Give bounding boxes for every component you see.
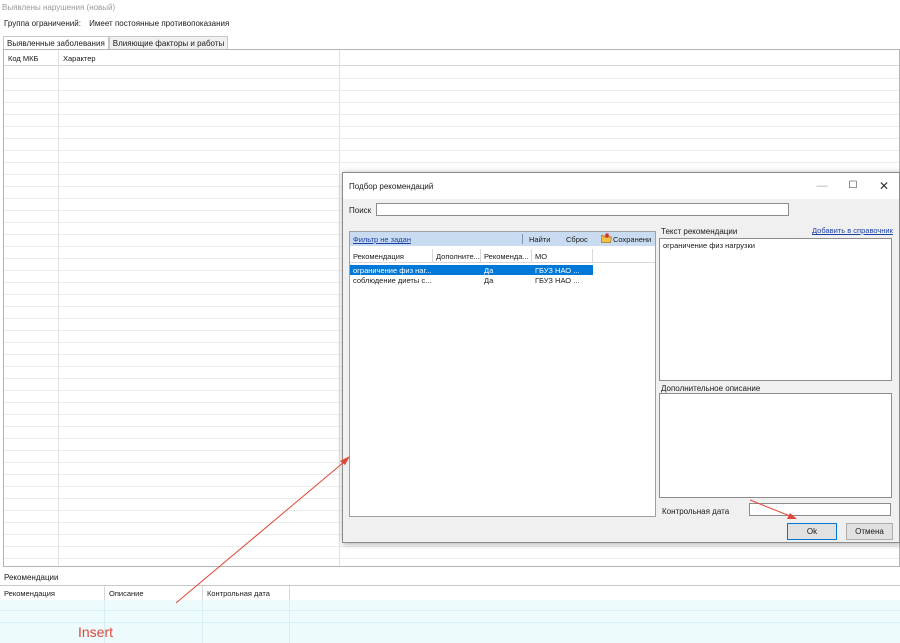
- cancel-button[interactable]: Отмена: [846, 523, 893, 540]
- row-line: [4, 150, 899, 151]
- add-to-directory-link[interactable]: Добавить в справочник: [812, 226, 893, 235]
- find-button[interactable]: Найти: [529, 235, 550, 244]
- list-header: Рекомендация Дополните... Рекоменда... М…: [350, 249, 655, 263]
- dialog-title-bar[interactable]: Подбор рекомендаций — ☐ ✕: [343, 173, 899, 199]
- column-divider: [289, 600, 290, 643]
- restriction-group-label: Группа ограничений:: [4, 19, 81, 28]
- list-item[interactable]: ограничение физ наг... Да ГБУЗ НАО ...: [350, 265, 593, 275]
- control-date-label: Контрольная дата: [662, 507, 730, 516]
- cell-mo: ГБУЗ НАО ...: [535, 276, 580, 285]
- insert-annotation: Insert: [78, 624, 114, 640]
- recommendations-grid-header: Рекомендация Описание Контрольная дата: [0, 586, 900, 600]
- window-title: Выявлены нарушения (новый): [2, 3, 116, 12]
- row-band: [0, 622, 900, 623]
- row-line: [4, 102, 899, 103]
- cell-additional: [433, 275, 481, 285]
- column-header-control-date[interactable]: Контрольная дата: [203, 586, 290, 600]
- row-line: [4, 546, 899, 547]
- recommendations-section: Рекомендации Рекомендация Описание Контр…: [0, 570, 900, 643]
- cell-recommendation: ограничение физ наг...: [353, 266, 432, 275]
- ok-button[interactable]: Ok: [787, 523, 837, 540]
- search-label: Поиск: [349, 206, 372, 215]
- save-button[interactable]: Сохранени: [613, 235, 651, 244]
- maximize-icon[interactable]: ☐: [842, 178, 864, 194]
- recommendations-grid[interactable]: Рекомендация Описание Контрольная дата I…: [0, 585, 900, 643]
- row-line: [4, 114, 899, 115]
- cell-recommended: Да: [484, 276, 494, 285]
- control-date-input[interactable]: [749, 503, 891, 516]
- row-line: [4, 162, 899, 163]
- tab-diseases[interactable]: Выявленные заболевания: [3, 36, 109, 50]
- row-line: [4, 138, 899, 139]
- additional-description-field[interactable]: [659, 393, 892, 498]
- restriction-group-row: Группа ограничений: Имеет постоянные про…: [0, 15, 900, 33]
- dialog-title: Подбор рекомендаций: [349, 182, 434, 191]
- column-header-recommendation[interactable]: Рекомендация: [350, 249, 433, 263]
- column-header-recommendation[interactable]: Рекомендация: [0, 586, 105, 600]
- tab-strip: Выявленные заболевания Влияющие факторы …: [3, 36, 229, 50]
- row-line: [4, 558, 899, 559]
- close-icon[interactable]: ✕: [873, 178, 895, 194]
- column-divider: [58, 50, 59, 566]
- column-divider: [202, 600, 203, 643]
- row-band: [0, 610, 900, 611]
- toolbar-separator: [522, 234, 523, 244]
- column-header-mo[interactable]: МО: [532, 249, 593, 263]
- filter-link[interactable]: Фильтр не задан: [353, 235, 411, 244]
- row-line: [4, 78, 899, 79]
- recommendation-text-label: Текст рекомендации: [661, 227, 738, 236]
- column-header-additional[interactable]: Дополните...: [433, 249, 481, 263]
- additional-description-label: Дополнительное описание: [661, 384, 761, 393]
- column-header-character[interactable]: Характер: [59, 50, 339, 66]
- filter-toolbar: Фильтр не задан Найти Сброс Сохранени: [350, 232, 655, 246]
- recommendations-label: Рекомендации: [4, 573, 59, 582]
- diseases-grid-header: Код МКБ Характер: [4, 50, 899, 66]
- cell-additional: [433, 265, 481, 275]
- recommendations-list-panel: Фильтр не задан Найти Сброс Сохранени Ре…: [349, 231, 656, 517]
- list-item[interactable]: соблюдение диеты с... Да ГБУЗ НАО ...: [350, 275, 593, 285]
- reset-button[interactable]: Сброс: [566, 235, 588, 244]
- tab-factors[interactable]: Влияющие факторы и работы: [108, 36, 229, 49]
- cell-recommended: Да: [484, 266, 494, 275]
- column-header-recommended[interactable]: Рекоменда...: [481, 249, 532, 263]
- row-line: [4, 90, 899, 91]
- column-header-description[interactable]: Описание: [105, 586, 203, 600]
- restriction-group-value: Имеет постоянные противопоказания: [89, 19, 230, 28]
- row-line: [4, 126, 899, 127]
- folder-save-icon[interactable]: [601, 233, 612, 243]
- cell-mo: ГБУЗ НАО ...: [535, 266, 580, 275]
- search-input[interactable]: [376, 203, 789, 216]
- minimize-icon[interactable]: —: [811, 178, 833, 194]
- recommendation-picker-dialog: Подбор рекомендаций — ☐ ✕ Поиск Фильтр н…: [342, 172, 900, 543]
- recommendations-grid-body[interactable]: [0, 600, 900, 643]
- column-divider: [339, 50, 340, 566]
- column-header-mkb[interactable]: Код МКБ: [4, 50, 59, 66]
- cell-recommendation: соблюдение диеты с...: [353, 276, 432, 285]
- recommendation-text-field[interactable]: ограничение физ нагрузки: [659, 238, 892, 381]
